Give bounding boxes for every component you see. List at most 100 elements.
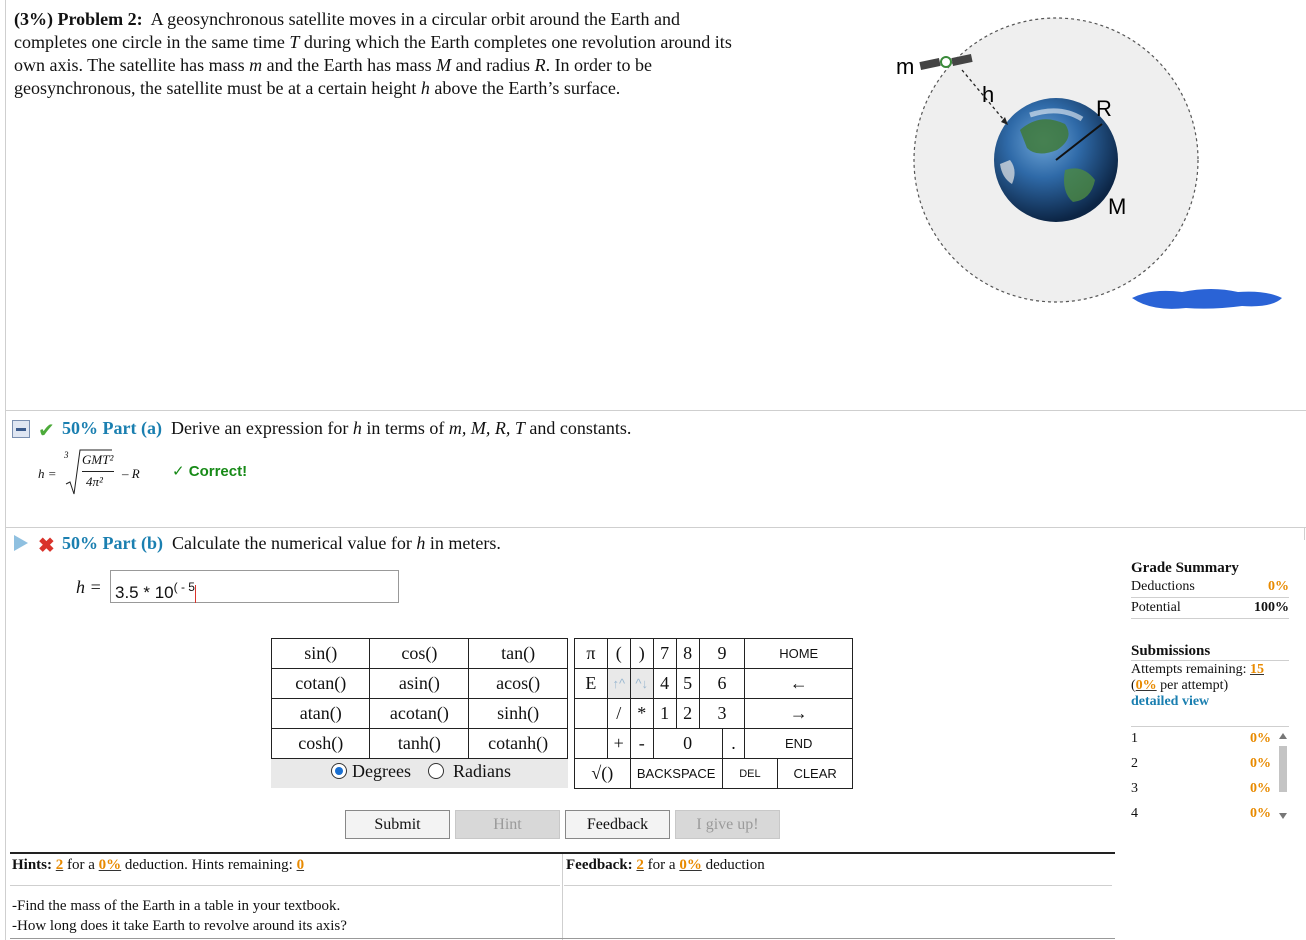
- key-4[interactable]: 4: [652, 668, 677, 699]
- scroll-up-icon[interactable]: [1279, 733, 1287, 739]
- feedback-button[interactable]: Feedback: [565, 810, 670, 839]
- key-acos[interactable]: acos(): [468, 668, 568, 699]
- part-a-text-b: in terms of: [361, 418, 449, 438]
- key-right-arrow[interactable]: →: [744, 698, 853, 729]
- key-home[interactable]: HOME: [744, 638, 853, 669]
- key-1[interactable]: 1: [652, 698, 677, 729]
- attempts-row: Attempts remaining: 15: [1131, 660, 1289, 678]
- frame-right: [1304, 527, 1305, 540]
- answer-input[interactable]: 3.5 * 10( - 5: [110, 570, 399, 603]
- feedback-count: 2: [636, 857, 644, 873]
- feedback-for-a: for a: [647, 857, 676, 873]
- check-icon: ✔: [38, 420, 55, 442]
- key-superscript-up[interactable]: ↑^: [606, 668, 631, 699]
- var-R: R: [534, 55, 546, 75]
- hints-label: Hints:: [12, 857, 53, 873]
- hint-button[interactable]: Hint: [455, 810, 560, 839]
- label-h: h: [982, 82, 994, 107]
- key-cotanh[interactable]: cotanh(): [468, 728, 568, 759]
- key-divide[interactable]: /: [606, 698, 631, 729]
- key-dot[interactable]: .: [721, 728, 746, 759]
- key-sin[interactable]: sin(): [270, 638, 371, 669]
- feedback-pct: 0%: [679, 857, 702, 873]
- part-a-tag: 50% Part (a): [62, 418, 162, 438]
- problem-l3d: . In order to be: [545, 55, 653, 75]
- answer-base: 3.5 * 10: [115, 583, 174, 602]
- attempts-value: 15: [1249, 662, 1264, 677]
- key-pi[interactable]: π: [574, 638, 608, 669]
- var-M: M: [436, 55, 452, 75]
- key-minus[interactable]: -: [629, 728, 654, 759]
- scroll-thumb[interactable]: [1279, 746, 1287, 792]
- key-cotan[interactable]: cotan(): [270, 668, 371, 699]
- detailed-view-link[interactable]: detailed view: [1131, 694, 1289, 710]
- hint-2: -How long does it take Earth to revolve …: [12, 918, 347, 934]
- scroll-down-icon[interactable]: [1279, 813, 1287, 819]
- key-multiply[interactable]: *: [629, 698, 654, 729]
- var-m: m: [249, 55, 263, 75]
- panel-divider: [562, 854, 563, 940]
- problem-line-2: completes one circle in the same time T …: [14, 31, 844, 54]
- key-tan[interactable]: tan(): [468, 638, 568, 669]
- feedback-summary: Feedback: 2 for a 0% deduction: [566, 857, 765, 874]
- expand-arrow-icon[interactable]: [14, 535, 28, 551]
- radians-radio[interactable]: [428, 763, 444, 779]
- potential-value: 100%: [1254, 600, 1289, 615]
- key-cosh[interactable]: cosh(): [270, 728, 371, 759]
- submissions-scrollbar[interactable]: [1276, 731, 1289, 823]
- submission-score: 0%: [1250, 756, 1271, 771]
- problem-label: Problem 2:: [57, 9, 143, 29]
- key-end[interactable]: END: [744, 728, 853, 759]
- give-up-button[interactable]: I give up!: [675, 810, 780, 839]
- key-0[interactable]: 0: [652, 728, 723, 759]
- key-close-paren[interactable]: ): [629, 638, 654, 669]
- key-del[interactable]: DEL: [721, 758, 779, 789]
- key-3[interactable]: 3: [698, 698, 746, 729]
- satellite-figure: m h R M: [896, 17, 1282, 309]
- key-7[interactable]: 7: [652, 638, 677, 669]
- redaction-scribble: [1132, 289, 1282, 309]
- key-9[interactable]: 9: [698, 638, 746, 669]
- degrees-label: Degrees: [352, 761, 411, 781]
- problem-statement: (3%) Problem 2: A geosynchronous satelli…: [14, 8, 844, 100]
- submissions-panel: Submissions Attempts remaining: 15 (0% p…: [1131, 643, 1289, 710]
- key-open-paren[interactable]: (: [606, 638, 631, 669]
- part-b-text-a: Calculate the numerical value for: [171, 533, 417, 553]
- submit-button[interactable]: Submit: [345, 810, 450, 839]
- grade-title: Grade Summary: [1131, 560, 1239, 576]
- degrees-radio[interactable]: [331, 763, 347, 779]
- problem-l2b: during which the Earth completes one rev…: [299, 32, 732, 52]
- key-left-arrow[interactable]: ←: [744, 668, 853, 699]
- hints-pct: 0%: [98, 857, 122, 873]
- key-atan[interactable]: atan(): [270, 698, 371, 729]
- hints-summary: Hints: 2 for a 0% deduction. Hints remai…: [12, 857, 304, 874]
- part-b-text-b: in meters.: [425, 533, 501, 553]
- submission-row: 1 0%: [1131, 731, 1271, 747]
- key-backspace[interactable]: BACKSPACE: [629, 758, 723, 789]
- key-6[interactable]: 6: [698, 668, 746, 699]
- key-plus[interactable]: +: [606, 728, 631, 759]
- key-tanh[interactable]: tanh(): [369, 728, 470, 759]
- attempts-label: Attempts remaining:: [1131, 662, 1247, 677]
- key-cos[interactable]: cos(): [369, 638, 470, 669]
- divider-part-a: [5, 527, 1306, 528]
- key-5[interactable]: 5: [675, 668, 700, 699]
- deductions-row: Deductions 0%: [1131, 577, 1289, 598]
- hints-remaining: 0: [296, 857, 305, 873]
- problem-l4b: above the Earth’s surface.: [429, 78, 621, 98]
- problem-l4a: geosynchronous, the satellite must be at…: [14, 78, 421, 98]
- collapse-icon[interactable]: [12, 420, 30, 438]
- key-8[interactable]: 8: [675, 638, 700, 669]
- submission-number: 2: [1131, 756, 1138, 771]
- frame-left: [5, 0, 6, 940]
- submission-score: 0%: [1250, 781, 1271, 796]
- key-acotan[interactable]: acotan(): [369, 698, 470, 729]
- key-asin[interactable]: asin(): [369, 668, 470, 699]
- key-superscript-down[interactable]: ^↓: [629, 668, 654, 699]
- key-2[interactable]: 2: [675, 698, 700, 729]
- key-e[interactable]: E: [574, 668, 608, 699]
- angle-mode-group: Degrees Radians: [271, 760, 568, 788]
- key-sinh[interactable]: sinh(): [468, 698, 568, 729]
- key-clear[interactable]: CLEAR: [777, 758, 853, 789]
- key-sqrt[interactable]: √(): [574, 758, 631, 789]
